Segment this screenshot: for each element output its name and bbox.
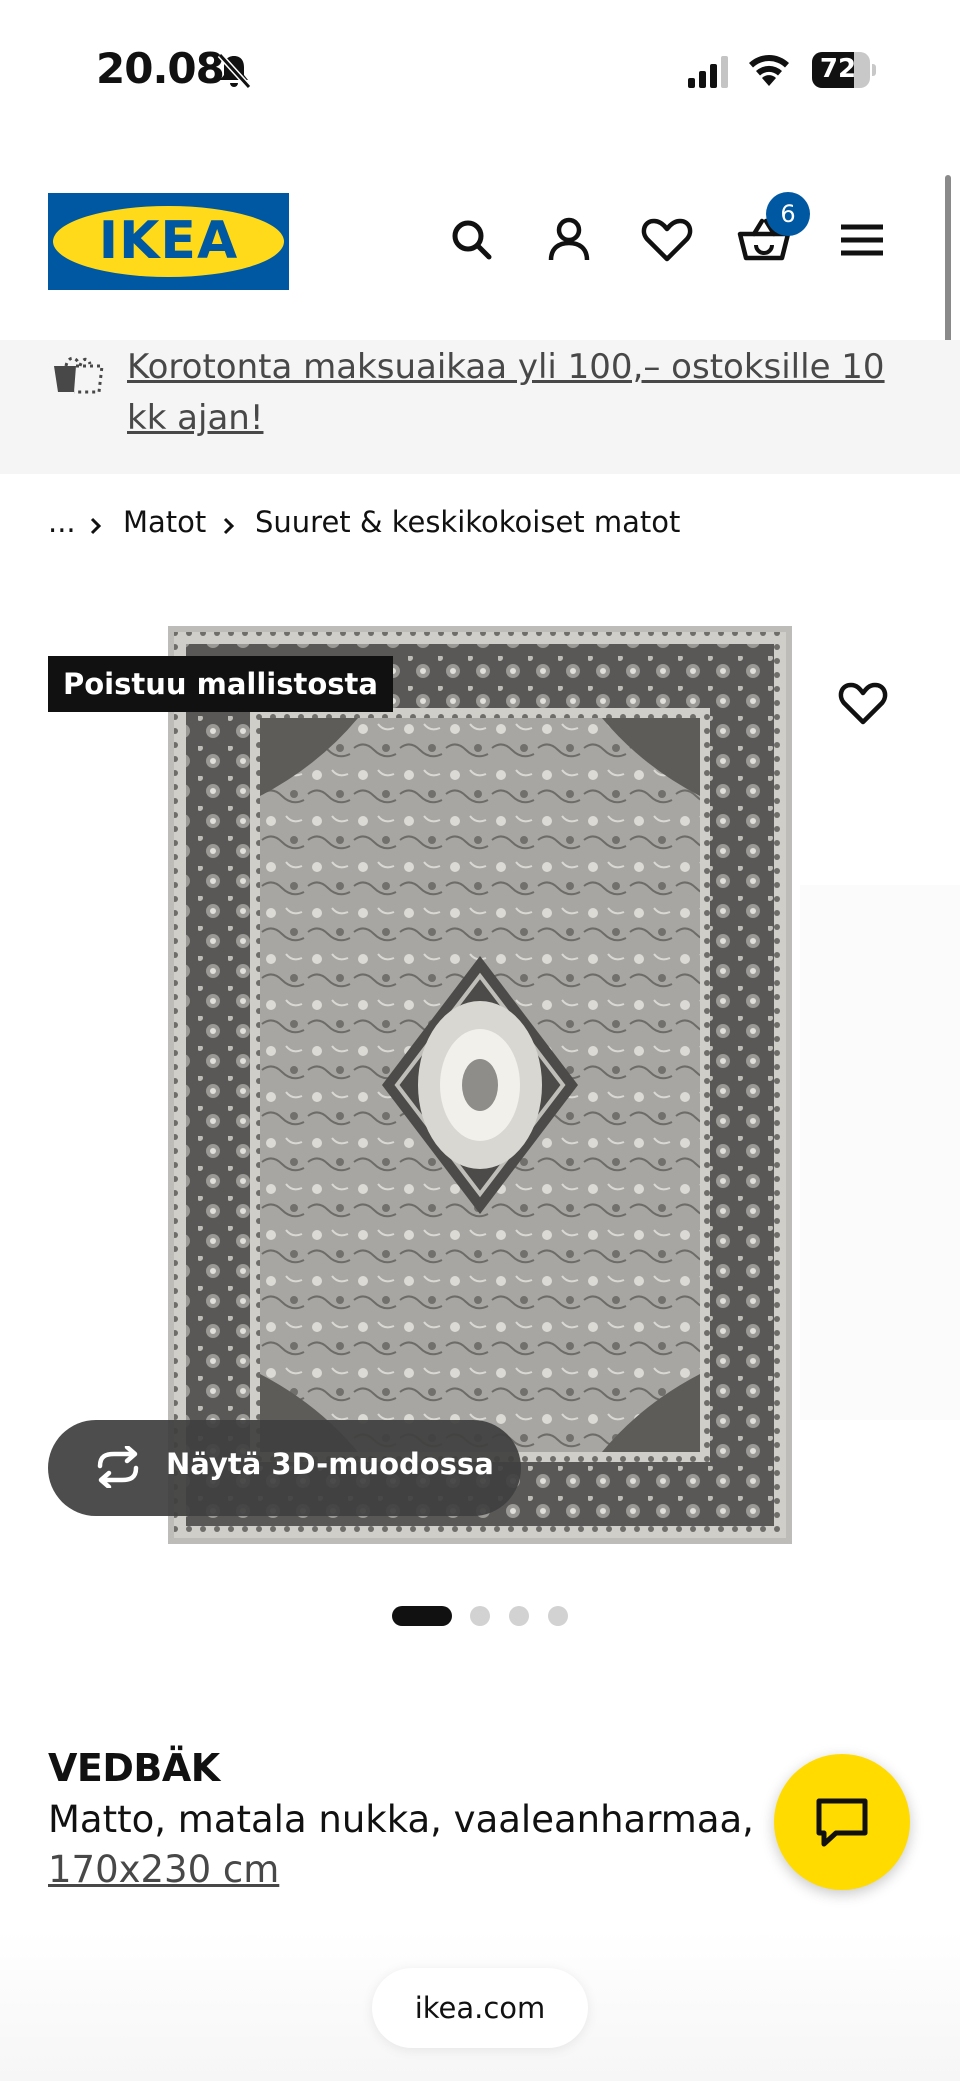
product-name: VEDBÄK <box>48 1746 220 1790</box>
carousel-dot-1[interactable] <box>392 1606 452 1626</box>
add-to-wishlist-heart-icon[interactable] <box>838 680 888 726</box>
breadcrumb-item-rugs[interactable]: Suuret & keskikokoiset matot <box>255 505 680 539</box>
chevron-right-icon <box>223 517 235 535</box>
chat-bubble-icon <box>816 1798 868 1847</box>
carousel-dot-2[interactable] <box>470 1606 490 1626</box>
cart-count-badge: 6 <box>766 192 810 236</box>
search-icon[interactable] <box>444 212 500 268</box>
menu-icon[interactable] <box>834 212 890 268</box>
discontinued-badge: Poistuu mallistosta <box>48 656 393 712</box>
carousel-dot-4[interactable] <box>548 1606 568 1626</box>
wishlist-heart-icon[interactable] <box>639 212 695 268</box>
payment-plan-icon <box>54 356 104 394</box>
rotate-3d-icon <box>97 1446 139 1488</box>
product-description: Matto, matala nukka, vaaleanharmaa, <box>48 1798 754 1841</box>
chevron-right-icon <box>90 517 102 535</box>
cellular-signal-icon <box>688 56 728 88</box>
scrollbar[interactable] <box>945 175 951 360</box>
next-image-preview <box>800 885 960 1420</box>
status-time: 20.08 <box>96 44 225 93</box>
bell-muted-icon <box>217 52 252 90</box>
wifi-icon <box>749 55 789 86</box>
logo-text: IKEA <box>98 211 239 271</box>
ikea-logo[interactable]: IKEA <box>48 193 289 290</box>
view-in-3d-label: Näytä 3D-muodossa <box>166 1447 494 1481</box>
product-image-rug[interactable] <box>168 626 792 1544</box>
view-in-3d-button[interactable]: Näytä 3D-muodossa <box>48 1420 521 1516</box>
breadcrumb-ellipsis[interactable]: ... <box>48 505 76 539</box>
battery-level-text: 72 <box>819 54 857 84</box>
chat-button[interactable] <box>774 1754 910 1890</box>
carousel-dot-3[interactable] <box>509 1606 529 1626</box>
product-size-link[interactable]: 170x230 cm <box>48 1845 279 1895</box>
address-bar[interactable]: ikea.com <box>372 1968 588 2048</box>
promo-link[interactable]: Korotonta maksuaikaa yli 100,– ostoksill… <box>127 342 907 444</box>
account-icon[interactable] <box>541 212 597 268</box>
battery-indicator: 72 <box>812 52 876 88</box>
breadcrumb-item-matot[interactable]: Matot <box>123 505 206 539</box>
